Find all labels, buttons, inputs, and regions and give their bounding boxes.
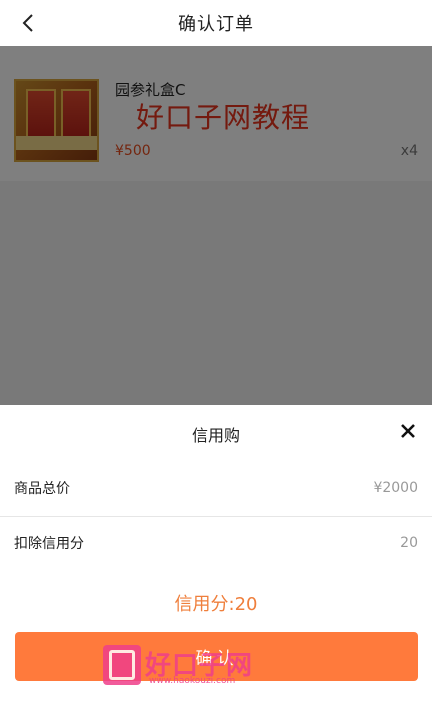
modal-overlay[interactable] (0, 46, 432, 405)
deduct-credit-label: 扣除信用分 (14, 536, 84, 552)
back-button[interactable] (14, 9, 42, 37)
sheet-title: 信用购 (191, 426, 240, 445)
deduct-credit-value: 20 (400, 535, 418, 551)
top-bar: 确认订单 (0, 0, 432, 46)
total-price-label: 商品总价 (14, 481, 70, 497)
page-title: 确认订单 (178, 14, 254, 35)
logo-mark (103, 645, 141, 685)
total-price-value: ¥2000 (373, 480, 418, 496)
credit-summary: 信用分:20 (174, 594, 258, 615)
watermark-logo: 好口子网 www.haokouzi.com (103, 645, 263, 689)
total-price-row: 商品总价 ¥2000 (0, 461, 432, 515)
deduct-credit-row: 扣除信用分 20 (0, 516, 432, 570)
close-button[interactable] (398, 421, 418, 441)
page: 确认订单 园参礼盒C 好口子网教程 ¥500 x4 信用购 商品总价 ¥2 (0, 0, 432, 701)
watermark-url: www.haokouzi.com (149, 676, 236, 686)
close-icon (401, 424, 415, 438)
chevron-left-icon (22, 14, 33, 32)
